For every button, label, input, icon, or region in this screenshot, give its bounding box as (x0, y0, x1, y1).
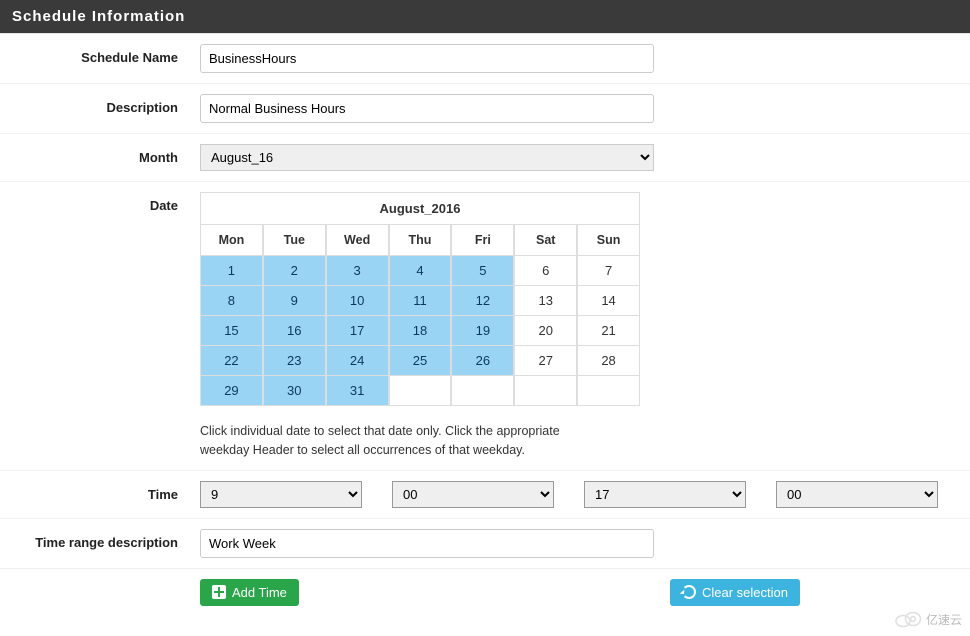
weekday-header-thu[interactable]: Thu (389, 225, 452, 256)
calendar-day-24[interactable]: 24 (326, 346, 389, 376)
calendar-day-25[interactable]: 25 (389, 346, 452, 376)
plus-icon (212, 585, 226, 599)
calendar-day-9[interactable]: 9 (263, 286, 326, 316)
calendar-empty-cell (389, 376, 452, 406)
calendar-day-29[interactable]: 29 (200, 376, 263, 406)
calendar-day-26[interactable]: 26 (451, 346, 514, 376)
calendar-day-5[interactable]: 5 (451, 256, 514, 286)
calendar-day-20[interactable]: 20 (514, 316, 577, 346)
page-title: Schedule Information (0, 0, 970, 33)
weekday-header-sat[interactable]: Sat (514, 225, 577, 256)
end-hour-select[interactable]: 17 (584, 481, 746, 508)
description-input[interactable] (200, 94, 654, 123)
calendar-day-22[interactable]: 22 (200, 346, 263, 376)
calendar-day-28[interactable]: 28 (577, 346, 640, 376)
weekday-header-wed[interactable]: Wed (326, 225, 389, 256)
time-range-desc-input[interactable] (200, 529, 654, 558)
start-min-select[interactable]: 00 (392, 481, 554, 508)
refresh-icon (682, 585, 696, 599)
calendar-title: August_2016 (200, 192, 640, 225)
time-range-desc-label: Time range description (0, 529, 200, 550)
calendar: August_2016 MonTueWedThuFriSatSun 123456… (200, 192, 640, 406)
calendar-day-31[interactable]: 31 (326, 376, 389, 406)
calendar-day-14[interactable]: 14 (577, 286, 640, 316)
calendar-day-17[interactable]: 17 (326, 316, 389, 346)
time-label: Time (0, 481, 200, 502)
clear-selection-label: Clear selection (702, 585, 788, 600)
calendar-day-2[interactable]: 2 (263, 256, 326, 286)
calendar-day-21[interactable]: 21 (577, 316, 640, 346)
calendar-day-19[interactable]: 19 (451, 316, 514, 346)
weekday-header-tue[interactable]: Tue (263, 225, 326, 256)
month-label: Month (0, 144, 200, 165)
calendar-day-30[interactable]: 30 (263, 376, 326, 406)
start-hour-select[interactable]: 9 (200, 481, 362, 508)
calendar-day-13[interactable]: 13 (514, 286, 577, 316)
calendar-day-23[interactable]: 23 (263, 346, 326, 376)
weekday-header-sun[interactable]: Sun (577, 225, 640, 256)
weekday-header-fri[interactable]: Fri (451, 225, 514, 256)
add-time-button[interactable]: Add Time (200, 579, 299, 606)
calendar-day-18[interactable]: 18 (389, 316, 452, 346)
add-time-label: Add Time (232, 585, 287, 600)
calendar-empty-cell (577, 376, 640, 406)
clear-selection-button[interactable]: Clear selection (670, 579, 800, 606)
description-label: Description (0, 94, 200, 115)
calendar-day-3[interactable]: 3 (326, 256, 389, 286)
calendar-day-8[interactable]: 8 (200, 286, 263, 316)
calendar-hint: Click individual date to select that dat… (200, 422, 610, 460)
spacer (0, 579, 200, 585)
calendar-day-6[interactable]: 6 (514, 256, 577, 286)
weekday-header-mon[interactable]: Mon (200, 225, 263, 256)
calendar-empty-cell (514, 376, 577, 406)
schedule-name-label: Schedule Name (0, 44, 200, 65)
schedule-name-input[interactable] (200, 44, 654, 73)
calendar-empty-cell (451, 376, 514, 406)
date-label: Date (0, 192, 200, 213)
month-select[interactable]: August_16 (200, 144, 654, 171)
calendar-day-7[interactable]: 7 (577, 256, 640, 286)
calendar-day-27[interactable]: 27 (514, 346, 577, 376)
calendar-day-1[interactable]: 1 (200, 256, 263, 286)
calendar-day-12[interactable]: 12 (451, 286, 514, 316)
end-min-select[interactable]: 00 (776, 481, 938, 508)
calendar-day-11[interactable]: 11 (389, 286, 452, 316)
calendar-day-4[interactable]: 4 (389, 256, 452, 286)
calendar-day-16[interactable]: 16 (263, 316, 326, 346)
calendar-day-10[interactable]: 10 (326, 286, 389, 316)
calendar-day-15[interactable]: 15 (200, 316, 263, 346)
